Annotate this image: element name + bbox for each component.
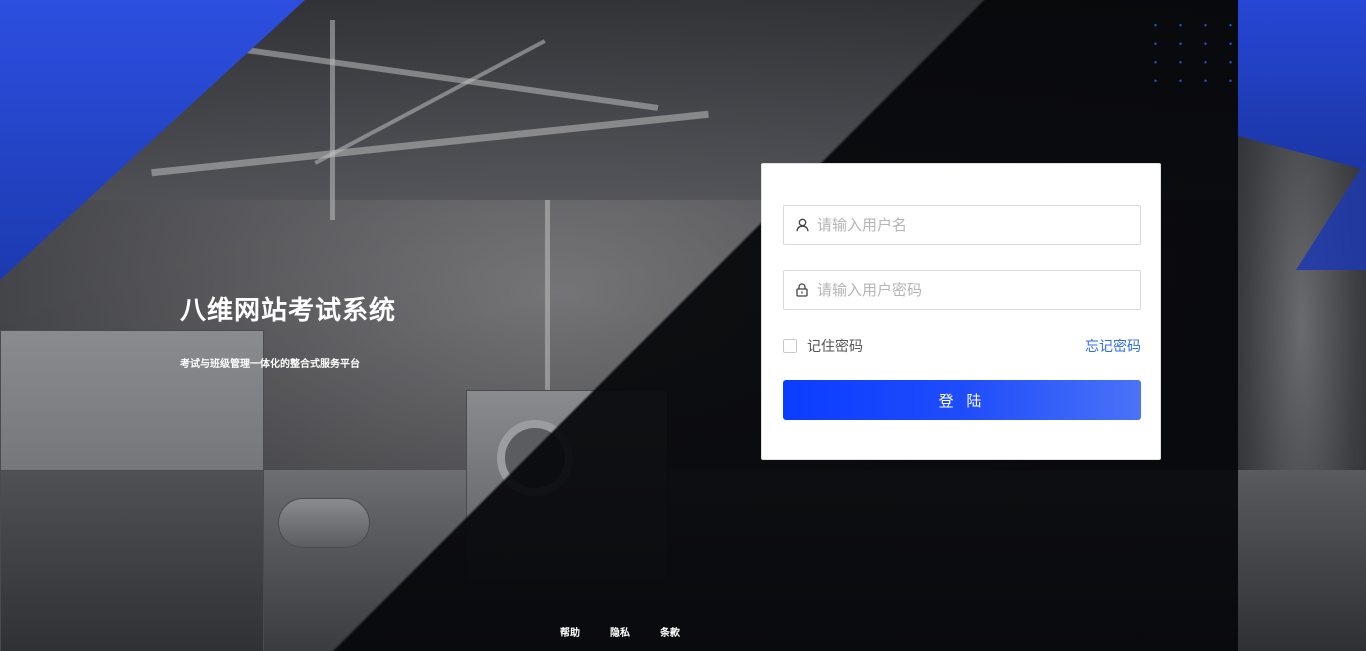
login-form: 记住密码 忘记密码 登 陆 xyxy=(761,163,1161,460)
brand-block: 八维网站考试系统 考试与班级管理一体化的整合式服务平台 xyxy=(180,290,396,370)
background-machine-drum xyxy=(497,420,573,496)
decorative-dot-grid xyxy=(1143,16,1233,96)
background-pipe xyxy=(330,20,335,220)
footer-link-terms[interactable]: 条款 xyxy=(660,624,680,639)
background-machine xyxy=(0,470,264,651)
password-input[interactable] xyxy=(815,280,1129,300)
remember-password-checkbox[interactable] xyxy=(783,339,797,353)
background-blue-accent xyxy=(1296,160,1366,270)
remember-password-option[interactable]: 记住密码 xyxy=(783,336,863,356)
footer-link-privacy[interactable]: 隐私 xyxy=(610,624,630,639)
background-right-strip xyxy=(1238,0,1366,651)
remember-password-label: 记住密码 xyxy=(807,339,863,355)
footer-link-help[interactable]: 帮助 xyxy=(560,624,580,639)
page-title: 八维网站考试系统 xyxy=(180,296,397,326)
page-subtitle: 考试与班级管理一体化的整合式服务平台 xyxy=(180,359,360,370)
forgot-password-link[interactable]: 忘记密码 xyxy=(1085,336,1141,356)
background-blue-accent xyxy=(1238,0,1366,170)
remember-row: 记住密码 忘记密码 xyxy=(783,336,1141,356)
lock-icon xyxy=(795,283,809,297)
username-input[interactable] xyxy=(815,215,1129,235)
login-button[interactable]: 登 陆 xyxy=(783,380,1141,420)
user-icon xyxy=(795,218,809,232)
background-machine xyxy=(278,498,370,548)
username-field[interactable] xyxy=(783,205,1141,245)
background-floor xyxy=(1238,470,1366,651)
footer-links: 帮助 隐私 条款 xyxy=(560,624,680,639)
password-field[interactable] xyxy=(783,270,1141,310)
login-page: 八维网站考试系统 考试与班级管理一体化的整合式服务平台 请输入用户名 记住密码 … xyxy=(0,0,1366,651)
background-machine xyxy=(466,390,668,582)
